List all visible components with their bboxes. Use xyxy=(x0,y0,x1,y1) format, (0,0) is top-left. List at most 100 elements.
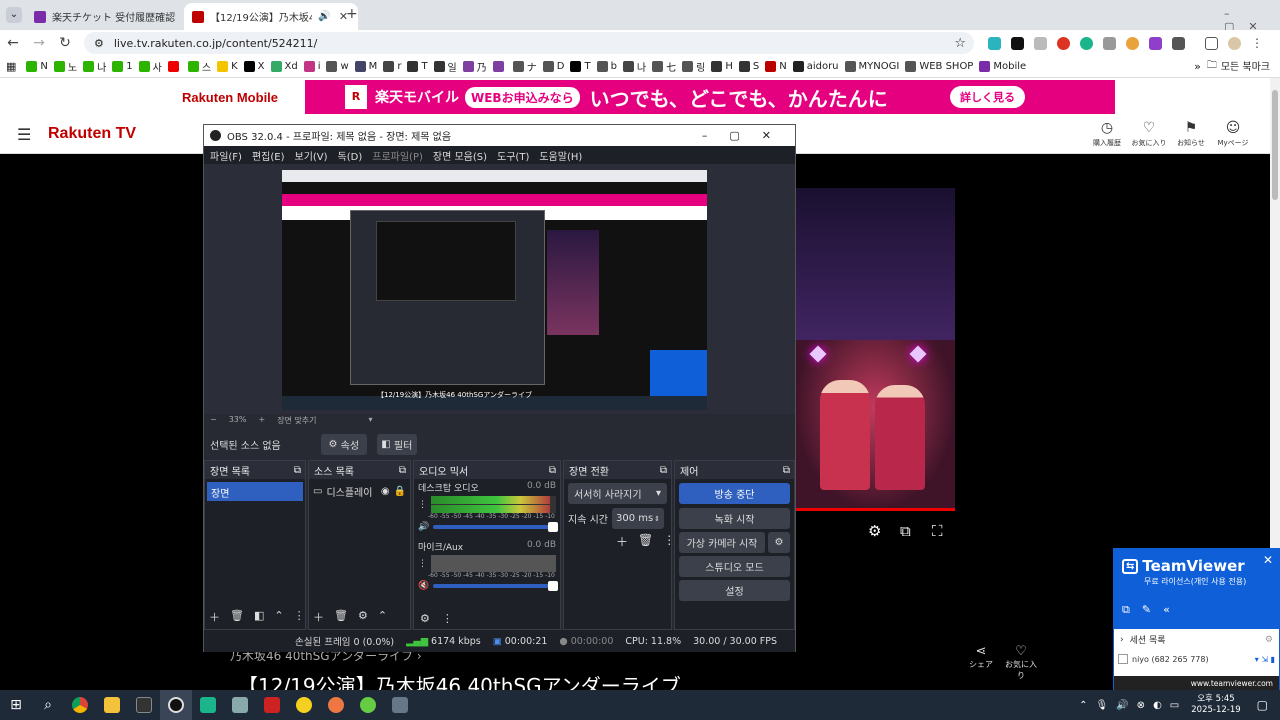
extension-icon[interactable] xyxy=(1126,36,1139,50)
notification-icon[interactable]: ▢ xyxy=(1257,698,1268,712)
lock-icon[interactable]: 🔒 xyxy=(394,486,406,497)
studio-mode-button[interactable]: 스튜디오 모드 xyxy=(679,556,790,577)
filters-button[interactable]: ◧ 필터 xyxy=(376,433,417,455)
network-icon[interactable]: ▭ xyxy=(1170,700,1179,711)
session-item[interactable]: niyo (682 265 778) ▾ ⇲ ▮ xyxy=(1114,650,1279,668)
app-taskbar-icon[interactable] xyxy=(224,690,256,720)
extensions-puzzle-icon[interactable] xyxy=(1172,36,1185,50)
tab-rakuten-ticket[interactable]: 楽天チケット 受付履歴確認 · ✕ xyxy=(26,3,205,30)
remove-transition-icon[interactable]: 🗑 xyxy=(638,533,653,550)
add-scene-icon[interactable]: ＋ xyxy=(209,609,220,625)
volume-slider[interactable] xyxy=(433,581,558,591)
more-bookmarks-chevron-icon[interactable]: » xyxy=(1194,60,1201,73)
obs-menu-item[interactable]: 보기(V) xyxy=(295,148,328,163)
app-taskbar-icon[interactable] xyxy=(352,690,384,720)
obs-menu-item[interactable]: 도움말(H) xyxy=(539,148,582,163)
obs-menu-item[interactable]: 편집(E) xyxy=(252,148,285,163)
bookmark-item[interactable]: 일 xyxy=(433,59,457,74)
scene-filters-icon[interactable]: ◧ xyxy=(254,609,264,625)
new-tab-button[interactable]: + xyxy=(346,6,358,22)
chrome-taskbar-icon[interactable] xyxy=(64,690,96,720)
copy-icon[interactable]: ⧉ xyxy=(1122,603,1130,617)
reading-list-icon[interactable] xyxy=(1205,36,1218,50)
spinner-arrows-icon[interactable]: ⇕ xyxy=(654,515,660,523)
back-icon[interactable]: ← xyxy=(0,35,26,51)
undock-icon[interactable]: ⧉ xyxy=(660,465,667,476)
volume-icon[interactable]: 🔊 xyxy=(1116,700,1128,711)
site-nav-item[interactable]: ⚑ お知らせ xyxy=(1170,120,1212,148)
properties-button[interactable]: ⚙ 속성 xyxy=(320,433,367,455)
more-options-icon[interactable]: ⋮ xyxy=(294,609,305,625)
bookmark-item[interactable]: 링 xyxy=(682,59,705,74)
obs-menu-item[interactable]: 장면 모음(S) xyxy=(433,148,487,163)
video-progress-bar[interactable] xyxy=(795,508,955,511)
channel-menu-icon[interactable]: ⋮ xyxy=(418,559,427,569)
apps-grid-icon[interactable]: ▦ xyxy=(6,60,16,73)
obs-window-controls[interactable]: –▢✕ xyxy=(702,129,795,142)
collapse-icon[interactable]: « xyxy=(1163,603,1170,617)
start-button-windows-icon[interactable]: ⊞ xyxy=(0,690,32,720)
close-icon[interactable]: ✕ xyxy=(1263,553,1273,567)
start-recording-button[interactable]: 녹화 시작 xyxy=(679,508,790,529)
add-transition-icon[interactable]: ＋ xyxy=(616,533,628,550)
extension-icon[interactable] xyxy=(1057,36,1070,50)
rakuten-mobile-banner[interactable]: Rakuten Mobile R 楽天モバイル WEBお申込みなら いつでも、ど… xyxy=(155,80,1115,114)
remove-scene-icon[interactable]: 🗑 xyxy=(230,609,244,625)
tab-rakuten-tv[interactable]: 【12/19公演】乃木坂46 40th 🔊 ✕ xyxy=(184,3,359,30)
site-info-icon[interactable]: ⚙ xyxy=(94,37,104,50)
tools-icon[interactable]: ✎ xyxy=(1142,603,1151,617)
bookmark-item[interactable]: 사 xyxy=(138,59,162,74)
profile-avatar[interactable] xyxy=(1228,36,1241,50)
bookmark-item[interactable]: S xyxy=(738,59,759,74)
bookmark-item[interactable]: D xyxy=(542,59,564,74)
site-nav-item[interactable]: ◷ 購入履歴 xyxy=(1086,120,1128,148)
bookmark-item[interactable]: M xyxy=(354,59,377,74)
app-taskbar-icon[interactable] xyxy=(384,690,416,720)
microphone-icon[interactable]: 🎙 xyxy=(1096,700,1109,711)
extension-icon[interactable] xyxy=(1103,36,1116,50)
file-explorer-icon[interactable] xyxy=(96,690,128,720)
bookmark-item[interactable]: N xyxy=(26,59,48,74)
bookmark-item[interactable]: 노 xyxy=(53,59,77,74)
bookmark-item[interactable]: 1 xyxy=(112,59,133,74)
obs-menu-item[interactable]: 파일(F) xyxy=(210,148,242,163)
visibility-eye-icon[interactable]: ◉ xyxy=(381,486,390,497)
source-item[interactable]: ▭ 디스플레이 ◉ 🔒 xyxy=(313,482,406,501)
extension-icon[interactable] xyxy=(1149,36,1162,50)
bookmark-item[interactable]: 나 xyxy=(83,59,106,74)
fullscreen-icon[interactable]: ⛶ xyxy=(932,522,943,540)
bookmark-item[interactable]: WEB SHOP xyxy=(905,59,973,74)
settings-button[interactable]: 설정 xyxy=(679,580,790,601)
source-properties-icon[interactable]: ⚙ xyxy=(358,609,368,625)
preview-canvas[interactable]: 【12/19公演】乃木坂46 40thSGアンダーライブ xyxy=(282,170,707,410)
app-taskbar-icon[interactable] xyxy=(192,690,224,720)
undock-icon[interactable]: ⧉ xyxy=(549,465,556,476)
settings-gear-icon[interactable]: ⚙ xyxy=(1265,635,1273,645)
stop-streaming-button[interactable]: 방송 중단 xyxy=(679,483,790,504)
share-button[interactable]: ⋖ シェア xyxy=(968,644,994,670)
picture-in-picture-icon[interactable]: ⧉ xyxy=(900,522,911,540)
terminal-icon[interactable] xyxy=(128,690,160,720)
bookmark-item[interactable]: aidoru xyxy=(792,59,839,74)
obs-menu-item[interactable]: 독(D) xyxy=(338,148,363,163)
bookmark-item[interactable]: T xyxy=(407,59,428,74)
banner-cta-button[interactable]: 詳しく見る xyxy=(950,86,1025,108)
bookmark-item[interactable]: X xyxy=(243,59,265,74)
bookmark-item[interactable]: b xyxy=(596,59,617,74)
muted-speaker-icon[interactable]: 🔇 xyxy=(418,581,429,591)
extension-icon[interactable] xyxy=(1080,36,1093,50)
url-bar[interactable]: ⚙ live.tv.rakuten.co.jp/content/524211/ … xyxy=(84,32,974,54)
bookmark-item[interactable]: Mobile xyxy=(979,59,1026,74)
tab-search-button[interactable]: ⌄ xyxy=(6,7,22,23)
site-nav-item[interactable]: ☺ Myページ xyxy=(1212,120,1254,148)
transition-select[interactable]: 서서히 사라지기 ▾ xyxy=(568,483,667,504)
reload-icon[interactable]: ↻ xyxy=(52,35,78,51)
forward-icon[interactable]: → xyxy=(26,35,52,51)
obs-menu-item[interactable]: 프로파일(P) xyxy=(372,148,423,163)
extension-icon[interactable] xyxy=(1011,36,1024,50)
bookmark-star-icon[interactable]: ☆ xyxy=(954,36,966,51)
app-taskbar-icon[interactable] xyxy=(320,690,352,720)
app-tray-icon[interactable]: ⊗ xyxy=(1137,700,1145,711)
channel-menu-icon[interactable]: ⋮ xyxy=(418,500,427,510)
bookmark-item[interactable]: i xyxy=(303,59,320,74)
